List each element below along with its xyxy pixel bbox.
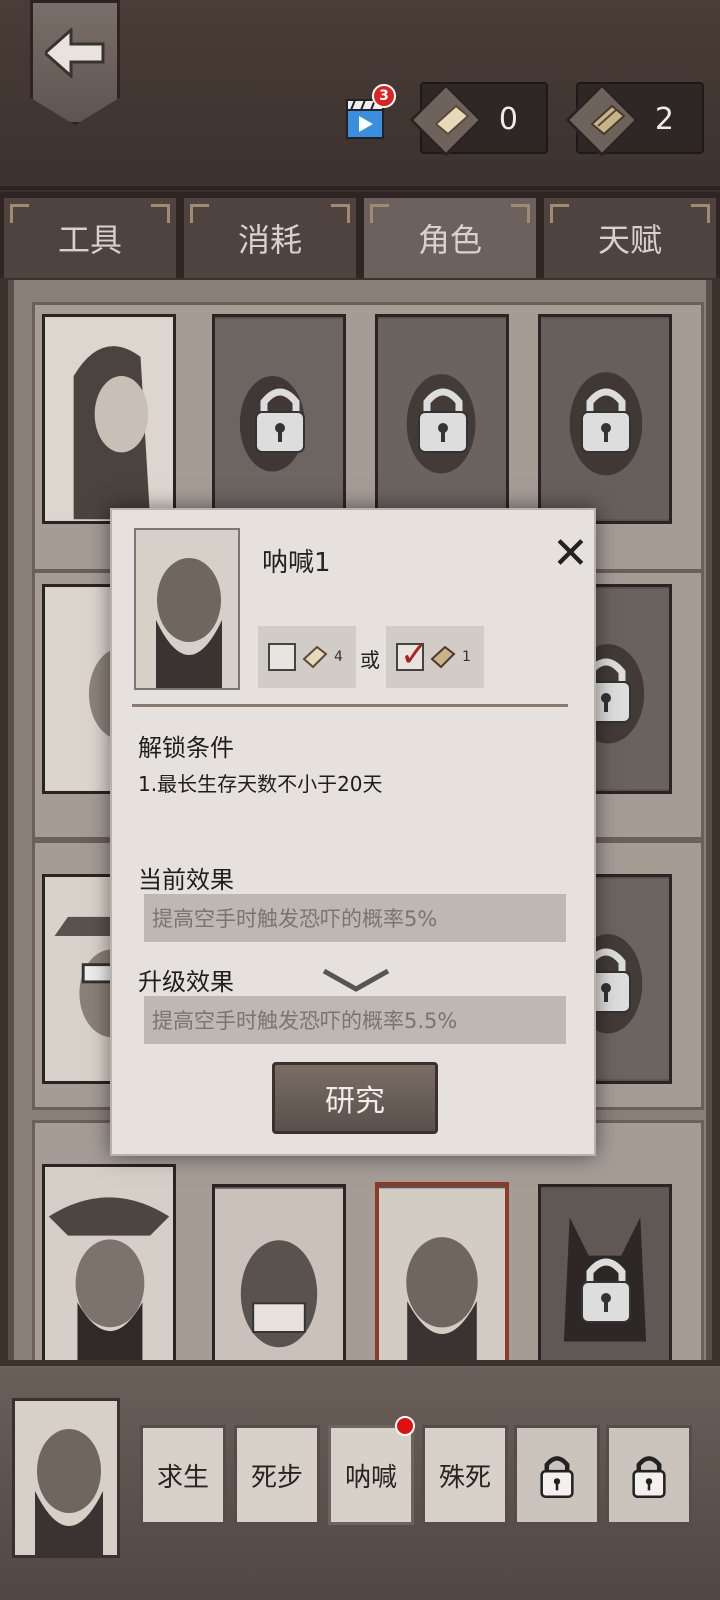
unlock-title: 解锁条件 — [138, 734, 234, 762]
character-portrait — [45, 318, 173, 520]
cost-paper-amount: 4 — [334, 649, 343, 665]
tab-tools[interactable]: 工具 — [4, 198, 176, 278]
top-bar: 3 0 2 — [0, 0, 720, 190]
skill-slot-locked[interactable] — [514, 1425, 600, 1525]
skill-slot-locked[interactable] — [606, 1425, 692, 1525]
lock-icon — [632, 1456, 666, 1498]
lock-icon — [540, 1456, 574, 1498]
character-portrait — [136, 530, 238, 688]
or-label: 或 — [360, 648, 380, 672]
lock-icon — [581, 388, 631, 453]
tab-consumables[interactable]: 消耗 — [184, 198, 356, 278]
book-icon — [430, 645, 456, 669]
skill-detail-popup: 呐喊1 ✕ 4 或 ✓ 1 解锁条件 1.最长生存天数不小于20天 当前效果 提… — [110, 508, 596, 1156]
currency-paper-value: 0 — [498, 102, 518, 137]
tab-talents[interactable]: 天赋 — [544, 198, 716, 278]
close-icon[interactable]: ✕ — [552, 532, 596, 576]
check-mark-icon: ✓ — [400, 635, 429, 675]
video-badge: 3 — [372, 84, 396, 108]
back-arrow-icon — [45, 27, 105, 78]
cost-option-paper[interactable]: 4 — [258, 626, 356, 688]
selected-character-portrait — [12, 1398, 120, 1558]
currency-book: 2 — [565, 82, 704, 157]
lock-icon — [581, 1258, 631, 1323]
skill-slot-label: 呐喊 — [344, 1462, 397, 1493]
cost-book-amount: 1 — [462, 649, 471, 665]
skill-slot-desperate[interactable]: 殊死 — [422, 1425, 508, 1525]
paper-scroll-icon — [434, 104, 470, 136]
unlock-condition: 1.最长生存天数不小于20天 — [138, 772, 383, 796]
character-portrait — [379, 1188, 505, 1386]
category-tabs: 工具 消耗 角色 天赋 — [0, 192, 720, 278]
paper-scroll-icon — [302, 645, 328, 669]
cost-option-book[interactable]: ✓ 1 — [386, 626, 484, 688]
divider — [132, 704, 568, 707]
checkbox-checked[interactable]: ✓ — [396, 635, 429, 675]
checkbox-unchecked[interactable] — [268, 643, 296, 671]
currency-paper: 0 — [409, 82, 548, 157]
skill-slot-survive[interactable]: 求生 — [140, 1425, 226, 1525]
character-card[interactable] — [212, 314, 346, 524]
notification-dot — [395, 1416, 415, 1436]
skill-slot-shout[interactable]: 呐喊 — [328, 1416, 415, 1525]
skill-title: 呐喊1 — [262, 548, 331, 578]
character-card[interactable] — [42, 314, 176, 524]
skill-slot-deathstep[interactable]: 死步 — [234, 1425, 320, 1525]
character-portrait — [45, 1168, 173, 1370]
character-portrait — [15, 1401, 117, 1555]
character-card[interactable] — [375, 314, 509, 524]
lock-icon — [255, 388, 305, 453]
character-card[interactable] — [42, 1164, 176, 1374]
research-button[interactable]: 研究 — [272, 1062, 438, 1134]
currency-book-value: 2 — [654, 102, 674, 137]
book-icon — [590, 104, 626, 136]
chevron-down-icon — [322, 968, 390, 992]
current-effect-title: 当前效果 — [138, 866, 234, 894]
character-card[interactable] — [538, 314, 672, 524]
upgrade-effect-title: 升级效果 — [138, 968, 234, 996]
skill-character-portrait — [134, 528, 240, 690]
upgrade-effect-text: 提高空手时触发恐吓的概率5.5% — [144, 996, 566, 1044]
lock-icon — [418, 388, 468, 453]
back-button[interactable] — [30, 0, 120, 125]
current-effect-text: 提高空手时触发恐吓的概率5% — [144, 894, 566, 942]
tab-characters[interactable]: 角色 — [364, 198, 536, 278]
